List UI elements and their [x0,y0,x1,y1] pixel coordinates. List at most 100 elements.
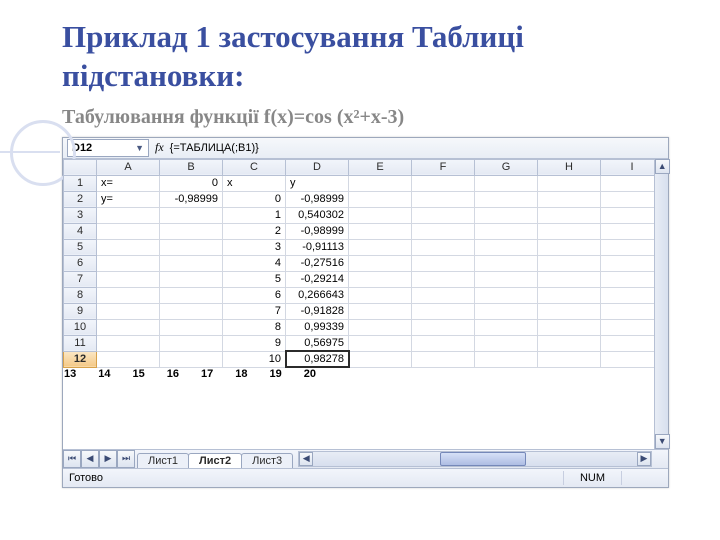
cell[interactable] [349,223,412,239]
tab-nav-first-icon[interactable]: ⏮ [63,450,81,468]
cell[interactable] [538,335,601,351]
cell[interactable]: y= [97,191,160,207]
cell[interactable] [349,287,412,303]
row-header[interactable]: 4 [64,223,97,239]
cell[interactable] [160,319,223,335]
cell[interactable] [538,271,601,287]
cell[interactable] [538,223,601,239]
cell[interactable] [538,351,601,367]
cell[interactable] [97,223,160,239]
cell[interactable] [412,191,475,207]
row-header[interactable]: 7 [64,271,97,287]
row-header[interactable]: 8 [64,287,97,303]
row-header[interactable]: 20 [303,367,317,381]
cell[interactable] [97,255,160,271]
cell[interactable] [160,303,223,319]
cell[interactable]: x [223,175,286,191]
cell[interactable] [160,287,223,303]
tab-nav-next-icon[interactable]: ▶ [99,450,117,468]
cell[interactable] [349,175,412,191]
cell[interactable] [412,335,475,351]
select-all-corner[interactable] [64,159,97,175]
cell[interactable] [412,207,475,223]
sheet-tab[interactable]: Лист3 [241,453,293,468]
row-header[interactable]: 2 [64,191,97,207]
col-header[interactable]: B [160,159,223,175]
cell[interactable] [475,175,538,191]
cell[interactable]: -0,91828 [286,303,349,319]
cell[interactable] [412,351,475,367]
row-header[interactable]: 9 [64,303,97,319]
cell[interactable] [475,287,538,303]
cell[interactable]: 4 [223,255,286,271]
cell[interactable]: 8 [223,319,286,335]
cell[interactable] [601,271,654,287]
cell-grid[interactable]: A B C D E F G H I J 1 x= 0 [63,159,654,449]
cell[interactable] [412,223,475,239]
cell[interactable] [160,207,223,223]
cell[interactable] [412,255,475,271]
cell[interactable] [475,191,538,207]
row-header[interactable]: 19 [269,367,283,381]
row-header[interactable]: 10 [64,319,97,335]
sheet-tab[interactable]: Лист2 [188,453,242,468]
cell[interactable]: 7 [223,303,286,319]
scroll-right-button[interactable]: ▶ [637,452,651,466]
cell[interactable] [601,335,654,351]
cell[interactable] [538,287,601,303]
tab-nav-prev-icon[interactable]: ◀ [81,450,99,468]
cell[interactable] [601,239,654,255]
cell[interactable]: 0,56975 [286,335,349,351]
cell[interactable] [160,255,223,271]
cell[interactable] [349,191,412,207]
cell[interactable] [349,351,412,367]
cell[interactable]: 0,266643 [286,287,349,303]
cell[interactable] [412,271,475,287]
cell[interactable] [475,271,538,287]
cell[interactable] [349,303,412,319]
cell[interactable] [349,207,412,223]
cell[interactable]: 0 [160,175,223,191]
cell[interactable] [601,287,654,303]
col-header[interactable]: H [538,159,601,175]
row-header[interactable]: 6 [64,255,97,271]
cell[interactable] [412,239,475,255]
cell[interactable]: -0,98999 [286,223,349,239]
cell[interactable]: 10 [223,351,286,367]
cell[interactable] [475,223,538,239]
cell[interactable] [538,175,601,191]
scroll-thumb[interactable] [440,452,526,466]
cell[interactable] [475,207,538,223]
cell[interactable] [97,239,160,255]
cell[interactable]: 0 [223,191,286,207]
cell[interactable] [97,319,160,335]
cell[interactable]: 0,99339 [286,319,349,335]
col-header[interactable]: I [601,159,654,175]
cell[interactable] [349,255,412,271]
scroll-up-button[interactable]: ▲ [655,159,670,174]
cell[interactable] [349,239,412,255]
cell[interactable] [601,351,654,367]
cell[interactable] [475,239,538,255]
cell[interactable] [538,319,601,335]
cell[interactable] [601,207,654,223]
cell[interactable] [97,207,160,223]
cell[interactable] [475,255,538,271]
cell[interactable]: -0,29214 [286,271,349,287]
cell[interactable] [601,319,654,335]
cell[interactable] [601,255,654,271]
cell[interactable] [475,335,538,351]
horizontal-scrollbar[interactable]: ◀ ▶ [298,451,652,467]
cell[interactable] [97,335,160,351]
cell[interactable]: 1 [223,207,286,223]
cell[interactable]: 9 [223,335,286,351]
scroll-down-button[interactable]: ▼ [655,434,670,449]
cell[interactable]: 2 [223,223,286,239]
cell[interactable] [349,271,412,287]
cell[interactable] [412,175,475,191]
cell[interactable] [538,255,601,271]
cell[interactable] [160,223,223,239]
name-box[interactable]: D12 ▼ [67,139,149,157]
cell[interactable] [538,207,601,223]
formula-input[interactable]: {=ТАБЛИЦА(;B1)} [170,142,259,154]
